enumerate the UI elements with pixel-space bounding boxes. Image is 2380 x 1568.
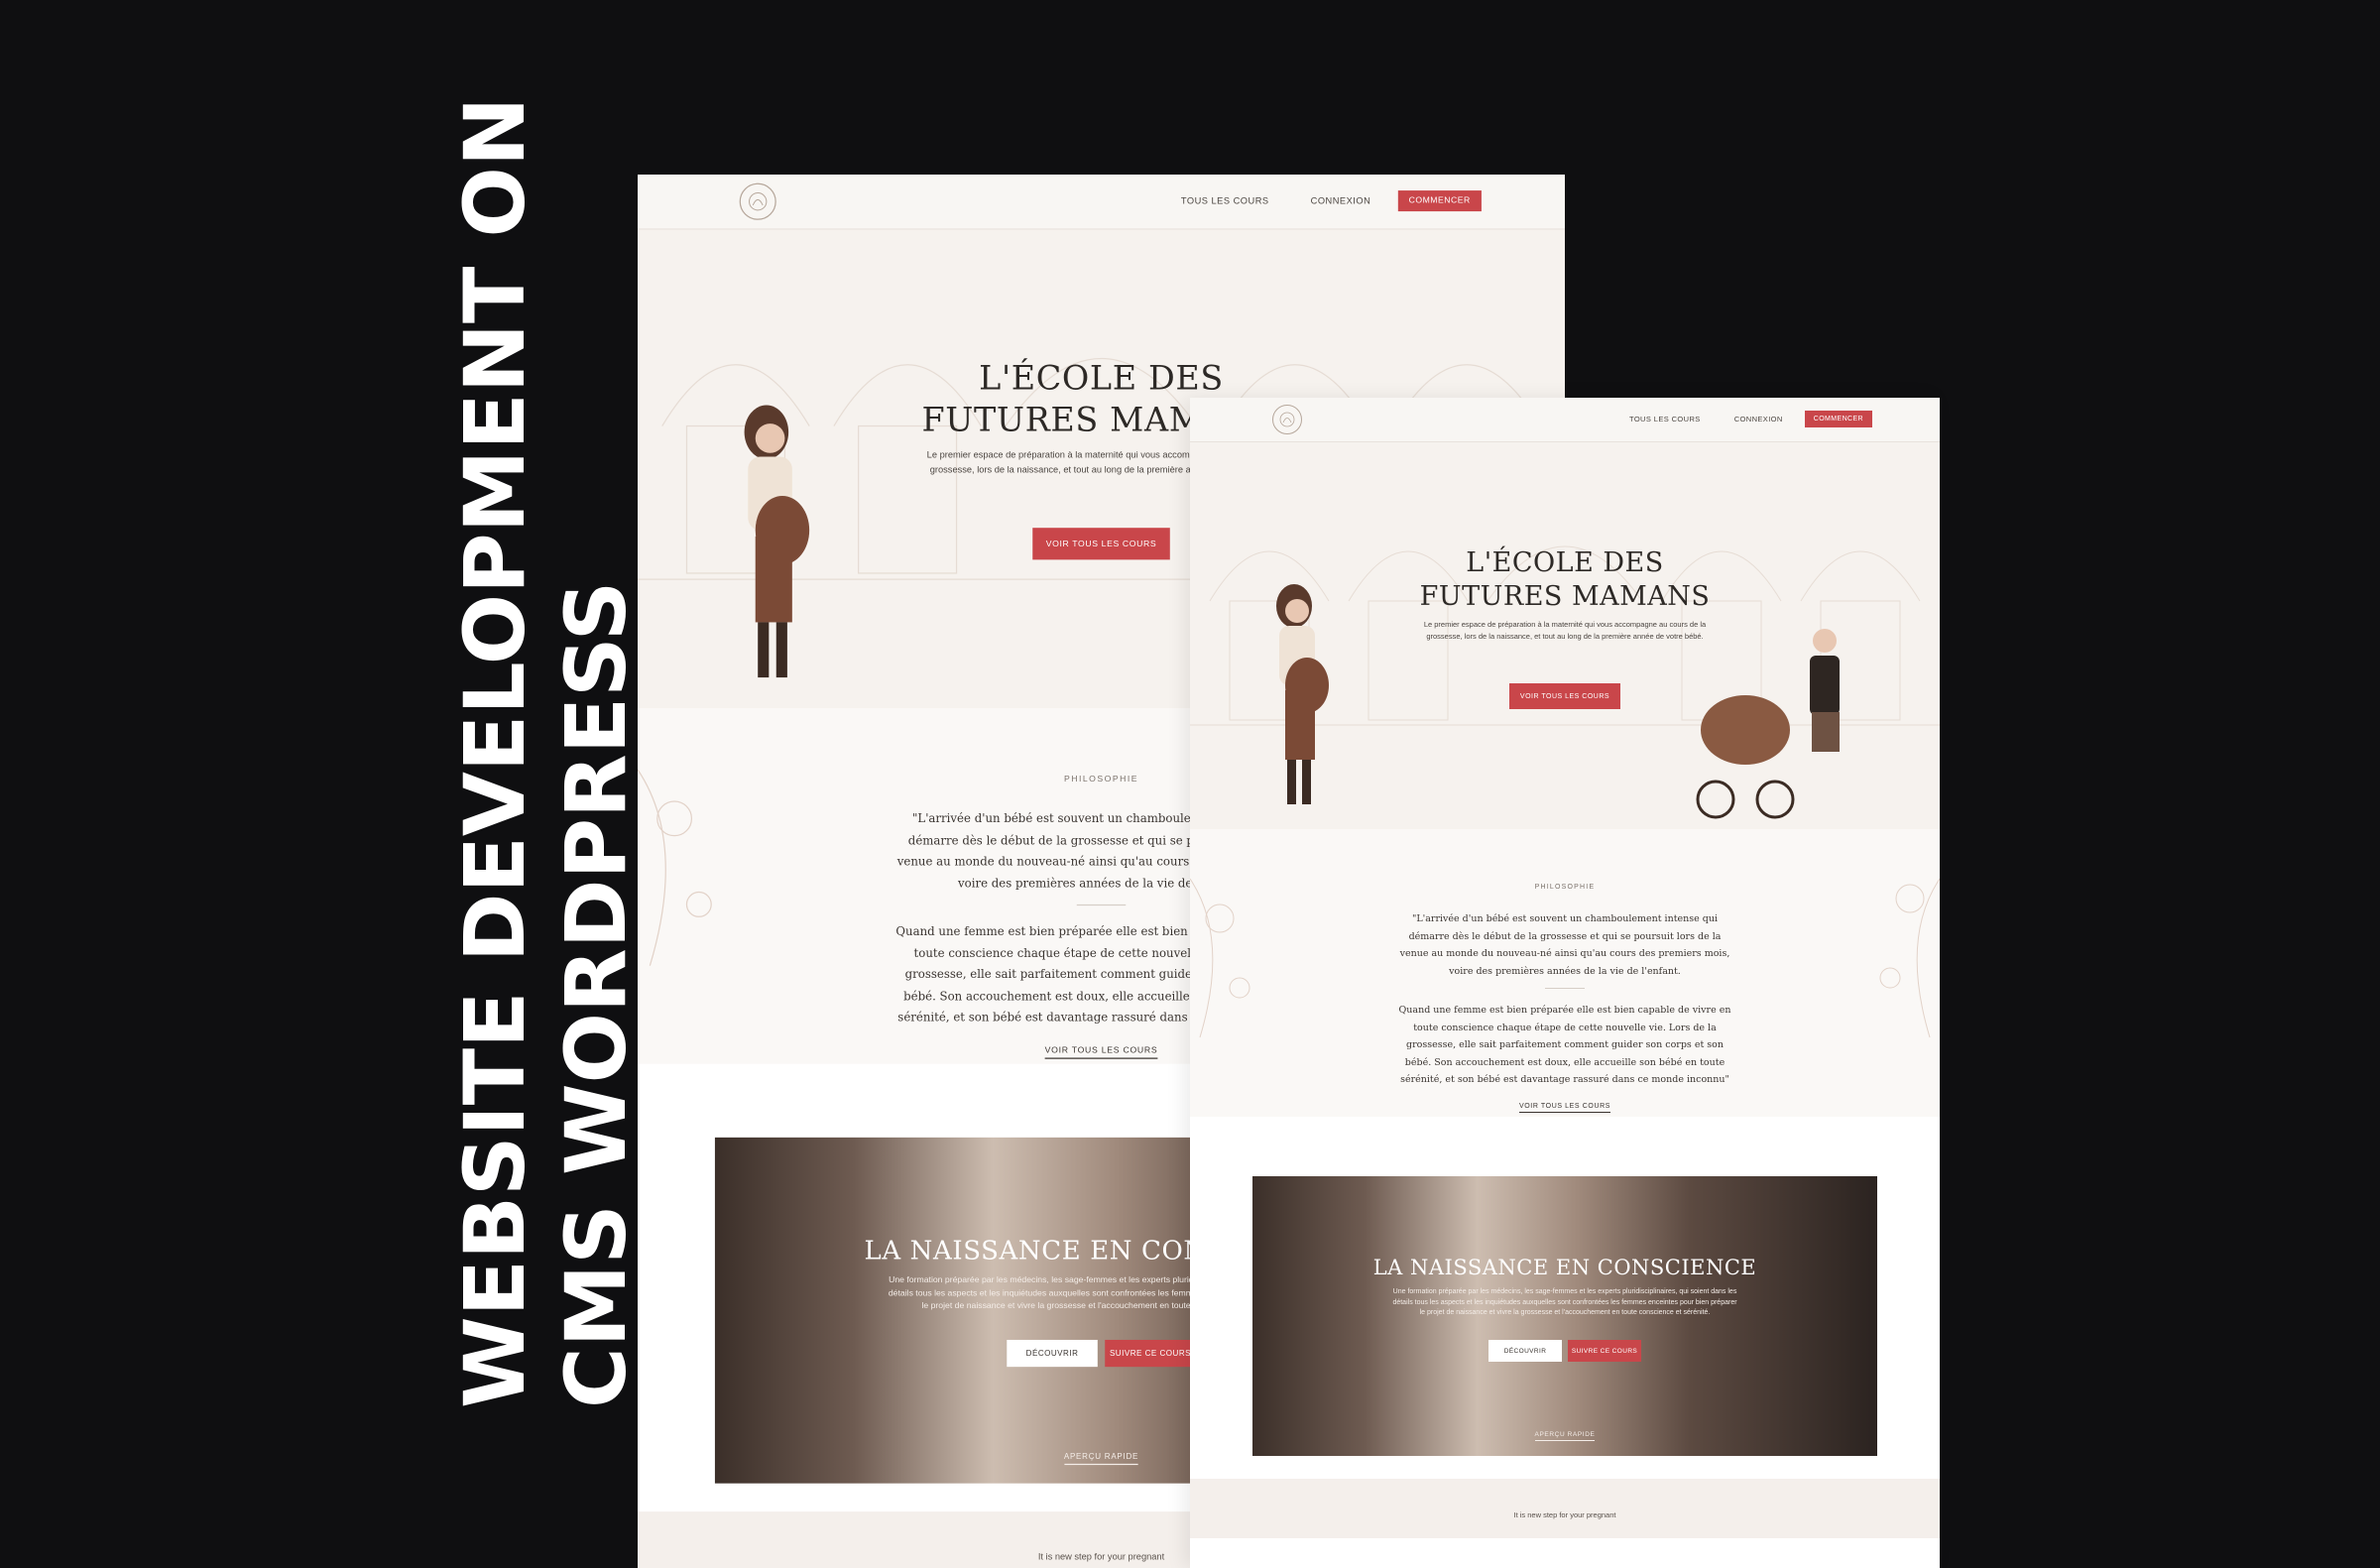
website-mockup-front: TOUS LES COURS CONNEXION COMMENCER L'ÉCO…	[1190, 398, 1940, 1568]
site-header: TOUS LES COURS CONNEXION COMMENCER	[638, 175, 1565, 230]
nav-start-button[interactable]: COMMENCER	[1804, 411, 1872, 427]
course-description: Une formation préparée par les médecins,…	[1392, 1288, 1737, 1316]
mockup-page: TOUS LES COURS CONNEXION COMMENCER L'ÉCO…	[1190, 398, 1940, 1538]
hero-section: L'ÉCOLE DES FUTURES MAMANS Le premier es…	[1190, 442, 1940, 829]
nav-login[interactable]: CONNEXION	[1734, 415, 1783, 423]
philosophy-section: PHILOSOPHIE "L'arrivée d'un bébé est sou…	[1190, 829, 1940, 1117]
philosophy-label: PHILOSOPHIE	[1534, 884, 1596, 891]
headline-line-1: WEBSITE DEVELOPMENT ON	[446, 96, 543, 1408]
woman-illustration	[1276, 584, 1329, 804]
philosophy-courses-link: VOIR TOUS LES COURS	[1190, 1103, 1940, 1113]
course-preview-link: APERÇU RAPIDE	[1252, 1431, 1877, 1441]
footer-strip-text: It is new step for your pregnant	[1513, 1510, 1616, 1519]
course-section: LA NAISSANCE EN CONSCIENCE Une formation…	[1190, 1176, 1940, 1479]
follow-course-button[interactable]: SUIVRE CE COURS	[1568, 1340, 1641, 1362]
main-nav: TOUS LES COURS CONNEXION COMMENCER	[1139, 190, 1482, 212]
discover-button[interactable]: DÉCOUVRIR	[1007, 1339, 1098, 1368]
headline-line-2: CMS WORDPRESS	[547, 580, 645, 1408]
woman-illustration	[744, 405, 810, 678]
main-nav: TOUS LES COURS CONNEXION COMMENCER	[1596, 411, 1872, 427]
vertical-headline: WEBSITE DEVELOPMENT ON CMS WORDPRESS	[444, 96, 647, 1408]
site-logo-icon[interactable]	[739, 182, 776, 220]
philosophy-quote-1: "L'arrivée d'un bébé est souvent un cham…	[1399, 913, 1730, 977]
nav-start-button[interactable]: COMMENCER	[1397, 190, 1482, 212]
course-buttons: DÉCOUVRIR SUIVRE CE COURS	[1252, 1340, 1877, 1362]
site-header: TOUS LES COURS CONNEXION COMMENCER	[1190, 398, 1940, 442]
site-logo-icon[interactable]	[1272, 405, 1302, 434]
philosophy-quote-2: Quand une femme est bien préparée elle e…	[1398, 1005, 1731, 1085]
divider	[1545, 988, 1585, 989]
course-card: LA NAISSANCE EN CONSCIENCE Une formation…	[1252, 1176, 1877, 1456]
nav-login[interactable]: CONNEXION	[1311, 195, 1371, 206]
discover-button[interactable]: DÉCOUVRIR	[1488, 1340, 1562, 1362]
course-title: LA NAISSANCE EN CONSCIENCE	[1372, 1256, 1757, 1279]
section-gap	[1190, 1117, 1940, 1176]
hero-cta-button[interactable]: VOIR TOUS LES COURS	[1509, 683, 1620, 709]
hero-title: L'ÉCOLE DES FUTURES MAMANS	[1419, 547, 1711, 612]
stroller-illustration	[1696, 629, 1840, 819]
nav-all-courses[interactable]: TOUS LES COURS	[1629, 415, 1701, 423]
footer-strip: It is new step for your pregnant	[1190, 1479, 1940, 1538]
follow-course-button[interactable]: SUIVRE CE COURS	[1105, 1339, 1196, 1368]
hero-subtitle: Le premier espace de préparation à la ma…	[1423, 620, 1707, 641]
hero-cta-button[interactable]: VOIR TOUS LES COURS	[1032, 528, 1170, 560]
nav-all-courses[interactable]: TOUS LES COURS	[1181, 195, 1269, 206]
